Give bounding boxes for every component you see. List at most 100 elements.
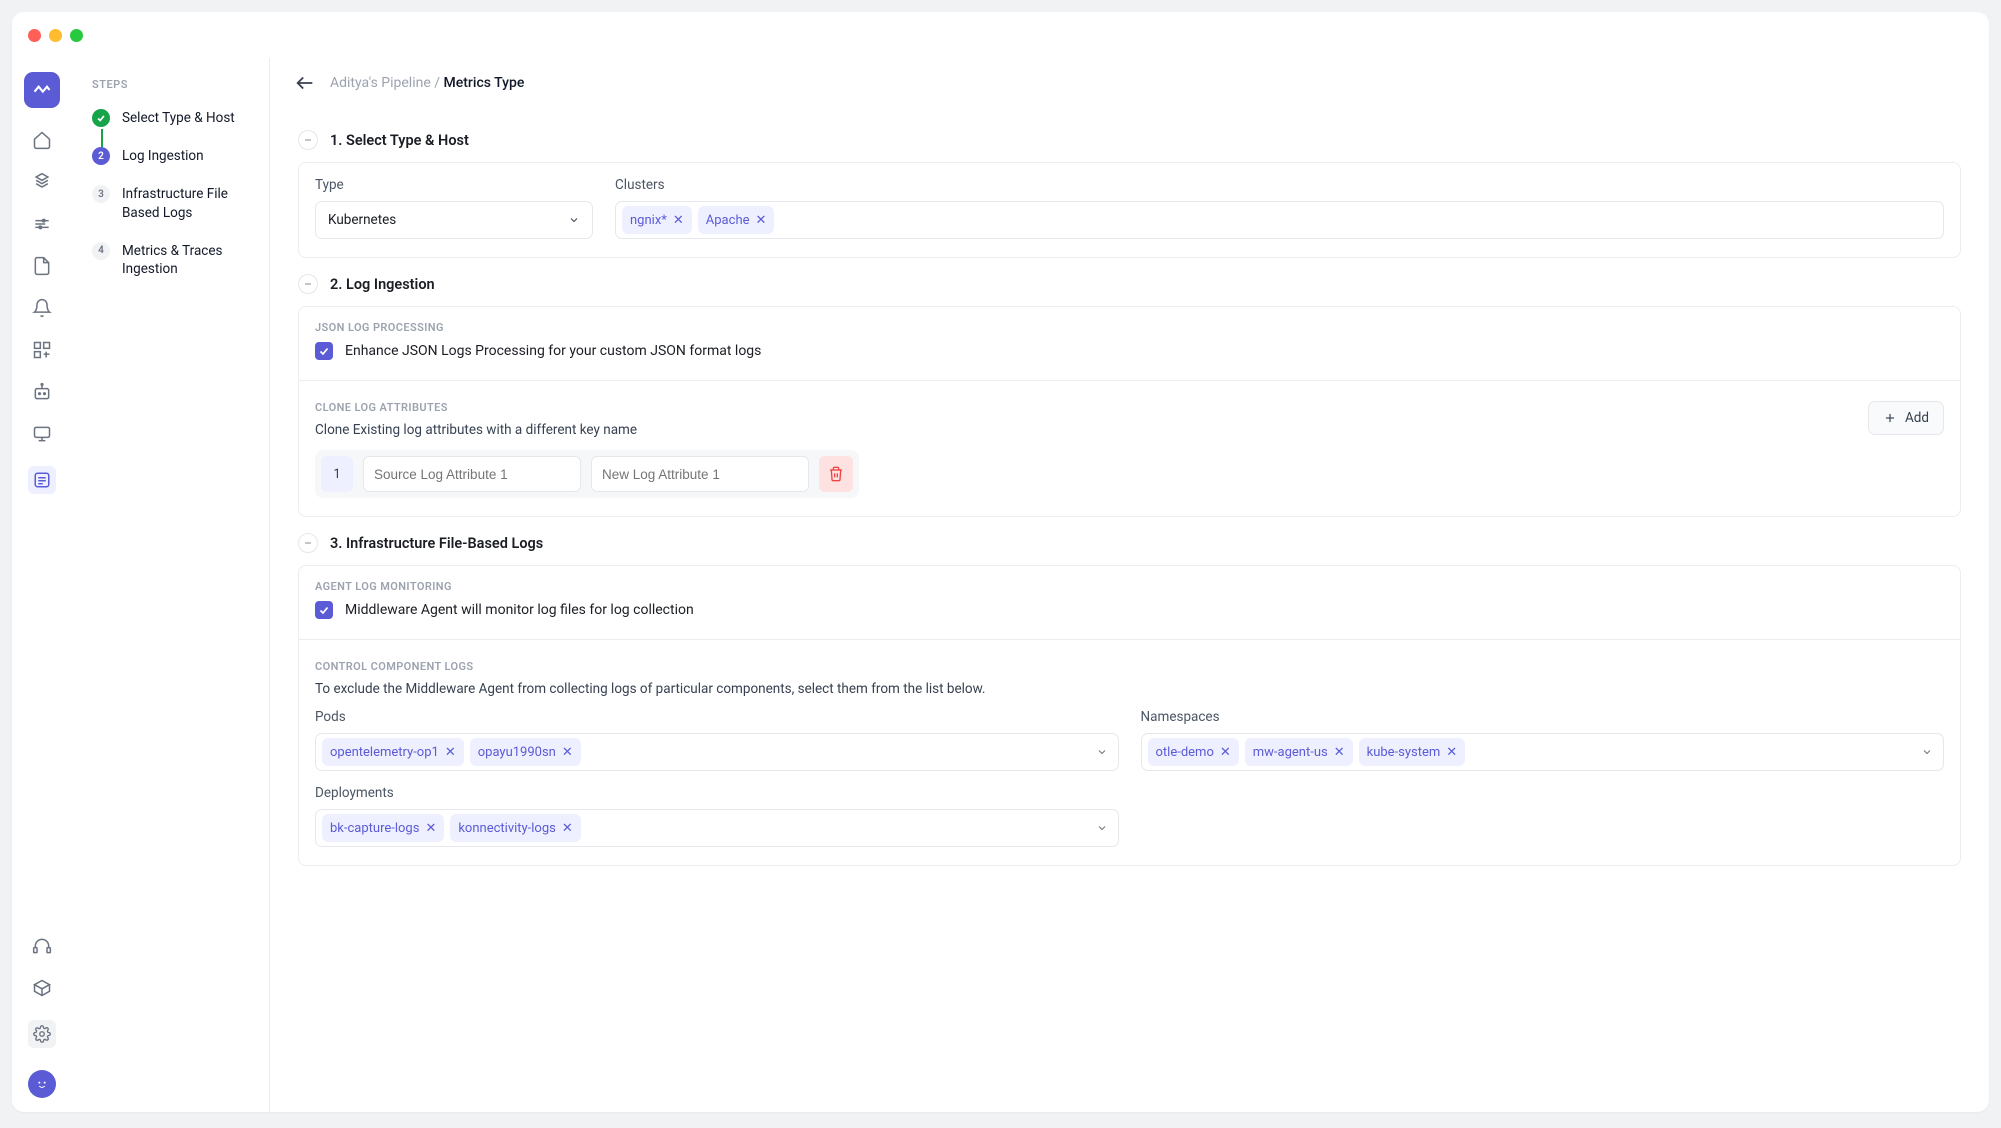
trash-icon xyxy=(828,466,844,482)
tag-label: otle-demo xyxy=(1156,745,1214,760)
clone-heading: CLONE LOG ATTRIBUTES xyxy=(315,401,637,414)
step-select-type-host[interactable]: Select Type & Host xyxy=(72,109,249,127)
bell-icon[interactable] xyxy=(32,298,52,318)
chevron-down-icon xyxy=(568,214,580,226)
delete-row-button[interactable] xyxy=(819,456,853,492)
step-infra-file-logs[interactable]: 3 Infrastructure File Based Logs xyxy=(72,185,249,221)
file-icon[interactable] xyxy=(32,256,52,276)
namespaces-tagbox[interactable]: otle-demo ✕ mw-agent-us✕ kube-system ✕ xyxy=(1141,733,1945,771)
agent-checkbox-label: Middleware Agent will monitor log files … xyxy=(345,602,694,618)
tag-remove-icon[interactable]: ✕ xyxy=(562,746,573,759)
clone-caption: Clone Existing log attributes with a dif… xyxy=(315,422,637,438)
section-title: 2. Log Ingestion xyxy=(330,276,435,293)
json-processing-heading: JSON LOG PROCESSING xyxy=(315,321,1944,334)
step-label: Infrastructure File Based Logs xyxy=(122,185,249,221)
step-badge-done xyxy=(92,109,110,127)
logo-icon[interactable] xyxy=(24,72,60,108)
step-label: Select Type & Host xyxy=(122,109,235,127)
window-maximize-button[interactable] xyxy=(70,29,83,42)
collapse-toggle[interactable] xyxy=(298,533,318,553)
step-log-ingestion[interactable]: 2 Log Ingestion xyxy=(72,147,249,165)
tag-label: opentelemetry-op1 xyxy=(330,745,439,760)
section-body-infra-logs: AGENT LOG MONITORING Middleware Agent wi… xyxy=(298,565,1961,866)
new-attribute-input[interactable] xyxy=(591,456,809,492)
add-attribute-button[interactable]: Add xyxy=(1868,401,1944,435)
tag-remove-icon[interactable]: ✕ xyxy=(756,214,767,227)
grid-icon[interactable] xyxy=(32,340,52,360)
field-namespaces: Namespaces otle-demo ✕ mw-agent-us✕ kube-… xyxy=(1141,709,1945,771)
tag-remove-icon[interactable]: ✕ xyxy=(1446,746,1457,759)
agent-checkbox[interactable] xyxy=(315,601,333,619)
namespace-tag: mw-agent-us✕ xyxy=(1245,738,1353,766)
field-type: Type Kubernetes xyxy=(315,177,593,239)
tag-label: ngnix* xyxy=(630,213,667,228)
pipeline-icon[interactable] xyxy=(28,466,56,494)
json-checkbox[interactable] xyxy=(315,342,333,360)
window-close-button[interactable] xyxy=(28,29,41,42)
deployments-tagbox[interactable]: bk-capture-logs ✕ konnectivity-logs✕ xyxy=(315,809,1119,847)
tag-label: Apache xyxy=(706,213,750,228)
pod-tag: opayu1990sn ✕ xyxy=(470,738,581,766)
section-body-type-host: Type Kubernetes Clusters ngnix* xyxy=(298,162,1961,258)
sliders-icon[interactable] xyxy=(32,214,52,234)
tag-remove-icon[interactable]: ✕ xyxy=(425,822,436,835)
home-icon[interactable] xyxy=(32,130,52,150)
control-logs-caption: To exclude the Middleware Agent from col… xyxy=(315,681,1944,697)
tag-label: opayu1990sn xyxy=(478,745,556,760)
chevron-down-icon xyxy=(1096,822,1108,834)
section-head-type-host: 1. Select Type & Host xyxy=(298,130,1961,150)
package-icon[interactable] xyxy=(32,978,52,998)
field-deployments: Deployments bk-capture-logs ✕ konnectivit… xyxy=(315,785,1119,847)
collapse-toggle[interactable] xyxy=(298,274,318,294)
plus-icon xyxy=(1883,411,1897,425)
tag-label: kube-system xyxy=(1367,745,1441,760)
app-window: STEPS Select Type & Host 2 Log Ingestion… xyxy=(12,12,1989,1112)
step-badge: 3 xyxy=(92,185,110,203)
tag-remove-icon[interactable]: ✕ xyxy=(1334,746,1345,759)
breadcrumb-parent[interactable]: Aditya's Pipeline xyxy=(330,75,431,91)
field-label: Clusters xyxy=(615,177,1944,193)
step-metrics-traces[interactable]: 4 Metrics & Traces Ingestion xyxy=(72,242,249,278)
tag-label: bk-capture-logs xyxy=(330,821,419,836)
back-arrow-icon[interactable] xyxy=(294,72,316,94)
tag-remove-icon[interactable]: ✕ xyxy=(445,746,456,759)
deployment-tag: konnectivity-logs✕ xyxy=(450,814,580,842)
breadcrumb-current: Metrics Type xyxy=(444,75,525,91)
breadcrumb-sep: / xyxy=(434,75,440,91)
headset-icon[interactable] xyxy=(32,936,52,956)
section-head-log-ingestion: 2. Log Ingestion xyxy=(298,274,1961,294)
agent-checkbox-row: Middleware Agent will monitor log files … xyxy=(315,601,1944,619)
source-attribute-input[interactable] xyxy=(363,456,581,492)
pod-tag: opentelemetry-op1 ✕ xyxy=(322,738,464,766)
tag-remove-icon[interactable]: ✕ xyxy=(562,822,573,835)
gear-icon[interactable] xyxy=(28,1020,56,1048)
field-label: Deployments xyxy=(315,785,1119,801)
field-label: Type xyxy=(315,177,593,193)
step-label: Metrics & Traces Ingestion xyxy=(122,242,249,278)
monitor-icon[interactable] xyxy=(32,424,52,444)
chevron-down-icon xyxy=(1921,746,1933,758)
window-minimize-button[interactable] xyxy=(49,29,62,42)
breadcrumb: Aditya's Pipeline / Metrics Type xyxy=(330,75,524,91)
step-badge-current: 2 xyxy=(92,147,110,165)
clusters-tagbox[interactable]: ngnix* ✕ Apache ✕ xyxy=(615,201,1944,239)
pods-tagbox[interactable]: opentelemetry-op1 ✕ opayu1990sn ✕ xyxy=(315,733,1119,771)
cube-stack-icon[interactable] xyxy=(32,172,52,192)
steps-panel: STEPS Select Type & Host 2 Log Ingestion… xyxy=(72,58,270,1112)
tag-remove-icon[interactable]: ✕ xyxy=(673,214,684,227)
tag-remove-icon[interactable]: ✕ xyxy=(1220,746,1231,759)
namespace-tag: kube-system ✕ xyxy=(1359,738,1466,766)
section-body-log-ingestion: JSON LOG PROCESSING Enhance JSON Logs Pr… xyxy=(298,306,1961,517)
robot-icon[interactable] xyxy=(32,382,52,402)
add-label: Add xyxy=(1905,410,1929,426)
namespace-tag: otle-demo ✕ xyxy=(1148,738,1239,766)
icon-sidebar xyxy=(12,58,72,1112)
steps-heading: STEPS xyxy=(72,78,249,91)
topbar: Aditya's Pipeline / Metrics Type xyxy=(270,58,1989,108)
field-label: Namespaces xyxy=(1141,709,1945,725)
step-badge: 4 xyxy=(92,242,110,260)
row-number: 1 xyxy=(321,456,353,492)
type-select[interactable]: Kubernetes xyxy=(315,201,593,239)
user-avatar[interactable] xyxy=(28,1070,56,1098)
collapse-toggle[interactable] xyxy=(298,130,318,150)
